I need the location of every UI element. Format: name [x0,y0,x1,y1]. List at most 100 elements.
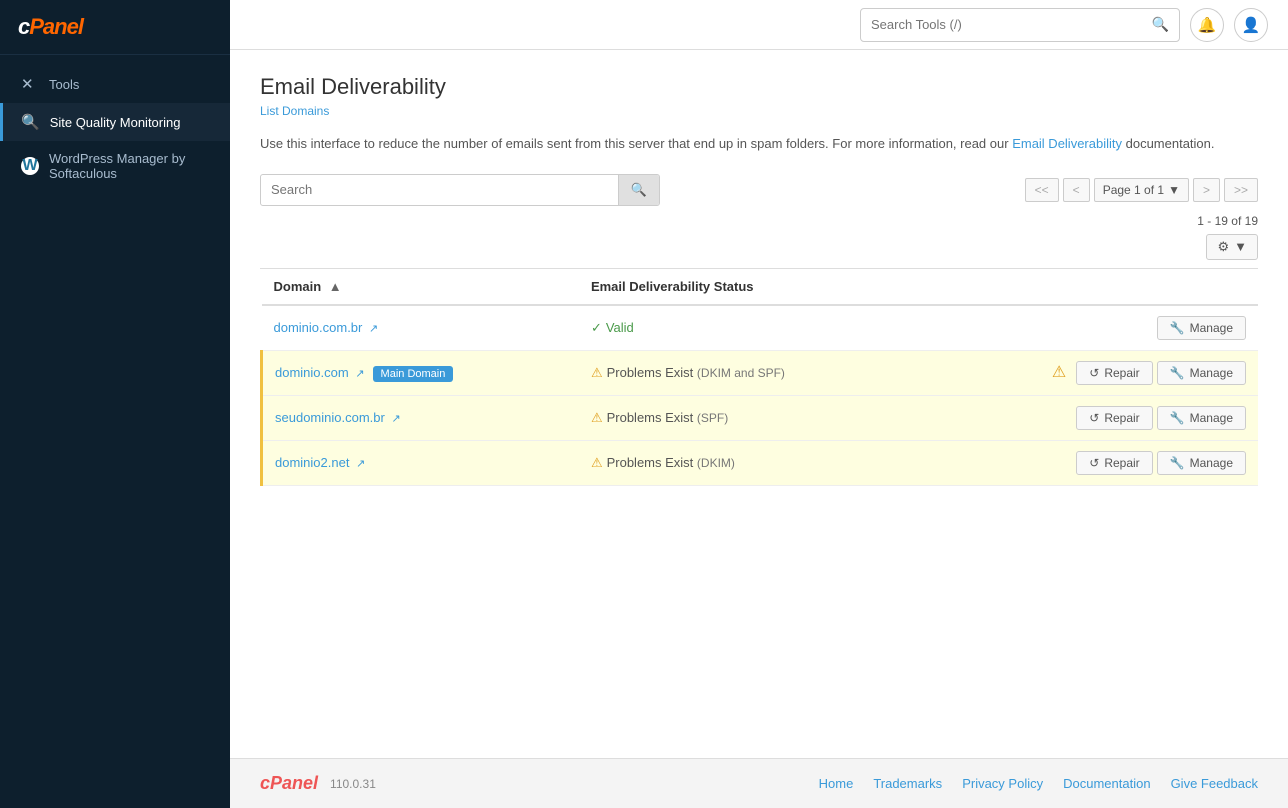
warning-icon: ⚠ [591,365,603,380]
user-menu-button[interactable]: 👤 [1234,8,1268,42]
sort-icon: ▲ [329,279,342,294]
status-cell: ⚠ Problems Exist (DKIM and SPF) [579,350,918,395]
col-actions-header [918,269,1258,305]
page-title: Email Deliverability [260,74,1258,100]
repair-icon: ↺ [1089,456,1099,470]
status-problem: Problems Exist (DKIM and SPF) [607,365,785,380]
warning-icon: ⚠ [591,410,603,425]
topbar: 🔍 🔔 👤 [230,0,1288,50]
page-info: Page 1 of 1 ▼ [1094,178,1189,202]
sidebar-logo: cPanel [0,0,230,55]
notifications-button[interactable]: 🔔 [1190,8,1224,42]
user-icon: 👤 [1242,16,1261,34]
table-row: dominio2.net ↗ ⚠ Problems Exist (DKIM) ↺ Re… [262,440,1259,485]
actions-cell: ↺ Repair🔧 Manage [918,395,1258,440]
status-cell: Valid [579,305,918,351]
sidebar-item-site-quality-label: Site Quality Monitoring [50,115,181,130]
wrench-icon: 🔧 [1170,366,1185,380]
footer-logo-area: cPanel 110.0.31 [260,773,376,794]
search-tools-wrapper: 🔍 [860,8,1180,42]
sidebar-item-tools-label: Tools [49,77,79,92]
search-tools-button[interactable]: 🔍 [1142,16,1179,33]
sidebar-item-tools[interactable]: ✕ Tools [0,65,230,103]
repair-icon: ↺ [1089,366,1099,380]
footer-links: Home Trademarks Privacy Policy Documentatio… [819,776,1258,791]
wrench-icon: 🔧 [1170,456,1185,470]
manage-button[interactable]: 🔧 Manage [1157,361,1246,385]
actions-cell: ↺ Repair🔧 Manage [918,440,1258,485]
table-header-row: Domain ▲ Email Deliverability Status [262,269,1259,305]
manage-button[interactable]: 🔧 Manage [1157,316,1246,340]
wrench-icon: 🔧 [1170,411,1185,425]
sidebar-item-site-quality-monitoring[interactable]: 🔍 Site Quality Monitoring [0,103,230,141]
search-tools-input[interactable] [861,17,1142,32]
status-problem: Problems Exist (SPF) [607,410,729,425]
domain-link[interactable]: dominio.com.br [274,320,363,335]
description-link[interactable]: Email Deliverability [1012,136,1122,151]
domain-link[interactable]: dominio2.net [275,455,349,470]
status-problem: Problems Exist (DKIM) [607,455,735,470]
sidebar: cPanel ✕ Tools 🔍 Site Quality Monitoring… [0,0,230,808]
chevron-down-icon: ▼ [1168,183,1180,197]
domain-cell: seudominio.com.br ↗ [262,395,579,440]
table-row: dominio.com ↗Main Domain ⚠ Problems Exist … [262,350,1259,395]
cpanel-logo-text: cPanel [18,14,212,40]
footer-link[interactable]: Privacy Policy [962,776,1043,791]
domain-link[interactable]: seudominio.com.br [275,410,385,425]
wrench-icon: 🔧 [1170,321,1185,335]
external-link-icon: ↗ [369,323,378,335]
domain-cell: dominio2.net ↗ [262,440,579,485]
footer-version: 110.0.31 [330,777,376,791]
footer-logo: cPanel [260,773,318,794]
settings-button[interactable]: ⚙ ▼ [1206,234,1258,260]
footer: cPanel 110.0.31 Home Trademarks Privacy Po… [230,758,1288,808]
bell-icon: 🔔 [1198,16,1217,34]
domain-link[interactable]: dominio.com [275,365,349,380]
pagination-first-button[interactable]: << [1025,178,1059,202]
footer-link[interactable]: Trademarks [873,776,942,791]
pagination-next-button[interactable]: > [1193,178,1220,202]
repair-button[interactable]: ↺ Repair [1076,406,1152,430]
external-link-icon: ↗ [356,458,365,470]
col-domain-header: Domain ▲ [262,269,579,305]
toolbar: 🔍 << < Page 1 of 1 ▼ > >> [260,174,1258,206]
breadcrumb-link[interactable]: List Domains [260,104,329,118]
actions-cell: 🔧 Manage [918,305,1258,351]
domain-cell: dominio.com ↗Main Domain [262,350,579,395]
external-link-icon: ↗ [391,413,400,425]
description: Use this interface to reduce the number … [260,134,1258,154]
repair-icon: ↺ [1089,411,1099,425]
table-row: seudominio.com.br ↗ ⚠ Problems Exist (SPF)… [262,395,1259,440]
footer-link[interactable]: Documentation [1063,776,1150,791]
external-link-icon: ↗ [355,368,364,380]
pagination-controls: << < Page 1 of 1 ▼ > >> [1025,178,1258,202]
search-input[interactable] [261,182,618,197]
repair-button[interactable]: ↺ Repair [1076,451,1152,475]
sidebar-item-wordpress-manager[interactable]: W WordPress Manager by Softaculous [0,141,230,191]
actions-cell: ⚠ ↺ Repair🔧 Manage [918,350,1258,395]
pagination-prev-button[interactable]: < [1063,178,1090,202]
wordpress-icon: W [21,157,39,175]
chevron-down-icon-settings: ▼ [1234,239,1247,254]
search-button[interactable]: 🔍 [618,175,659,205]
status-cell: ⚠ Problems Exist (DKIM) [579,440,918,485]
warning-icon: ⚠ [591,455,603,470]
sidebar-nav: ✕ Tools 🔍 Site Quality Monitoring W Word… [0,55,230,201]
main-area: 🔍 🔔 👤 Email Deliverability List Domains … [230,0,1288,808]
pagination-last-button[interactable]: >> [1224,178,1258,202]
domains-table: Domain ▲ Email Deliverability Status dom… [260,269,1258,486]
sidebar-item-wordpress-label: WordPress Manager by Softaculous [49,151,212,181]
domain-cell: dominio.com.br ↗ [262,305,579,351]
status-valid: Valid [591,320,634,335]
footer-link[interactable]: Home [819,776,854,791]
repair-button[interactable]: ↺ Repair [1076,361,1152,385]
alert-icon: ⚠ [1052,364,1066,381]
gear-icon: ⚙ [1217,239,1229,255]
footer-link[interactable]: Give Feedback [1171,776,1258,791]
table-row: dominio.com.br ↗ Valid 🔧 Manage [262,305,1259,351]
status-cell: ⚠ Problems Exist (SPF) [579,395,918,440]
breadcrumb: List Domains [260,104,1258,118]
manage-button[interactable]: 🔧 Manage [1157,451,1246,475]
tools-icon: ✕ [21,75,39,93]
manage-button[interactable]: 🔧 Manage [1157,406,1246,430]
